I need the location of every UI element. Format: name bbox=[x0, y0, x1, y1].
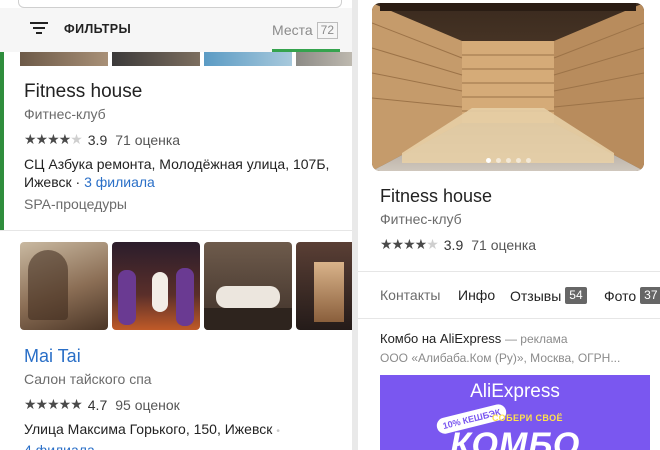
sauna-photo bbox=[372, 3, 644, 171]
tab-contacts[interactable]: Контакты bbox=[380, 287, 440, 303]
tab-label: Контакты bbox=[380, 287, 441, 303]
reviews-count[interactable]: 95 оценок bbox=[115, 397, 180, 413]
place-photo-carousel[interactable] bbox=[372, 3, 644, 171]
ad-company: ООО «Алибаба.Ком (Ру)», Москва, ОГРН... bbox=[380, 351, 621, 365]
result-rating: ★★★★★ 4.7 95 оценок bbox=[24, 396, 180, 413]
reviews-count[interactable]: 71 оценка bbox=[471, 237, 536, 253]
tab-reviews[interactable]: Отзывы 54 bbox=[510, 287, 587, 304]
result-address: СЦ Азбука ремонта, Молодёжная улица, 107… bbox=[24, 156, 330, 190]
ad-title[interactable]: Комбо на AliExpress — реклама bbox=[380, 331, 568, 346]
filter-bar: ФИЛЬТРЫ Места 72 bbox=[0, 8, 352, 52]
search-results-panel: ФИЛЬТРЫ Места 72 Fitness house Фитнес-кл… bbox=[0, 0, 352, 450]
ad-title-text: Комбо на AliExpress bbox=[380, 331, 502, 346]
tab-photos[interactable]: Фото 37 bbox=[604, 287, 660, 304]
result-title[interactable]: Mai Tai bbox=[24, 346, 81, 367]
search-box-edge[interactable] bbox=[18, 0, 342, 8]
filter-button[interactable]: ФИЛЬТРЫ bbox=[64, 22, 131, 36]
ad-brand: AliExpress bbox=[470, 381, 560, 402]
filter-icon[interactable] bbox=[30, 21, 48, 35]
reviews-count[interactable]: 71 оценка bbox=[115, 132, 180, 148]
rating-stars: ★★★★★ bbox=[24, 131, 83, 147]
tab-places[interactable]: Места 72 bbox=[272, 20, 339, 40]
address-line: Улица Максима Горького, 150, Ижевск bbox=[24, 421, 273, 437]
tab-label: Инфо bbox=[458, 287, 496, 303]
ad-banner[interactable]: AliExpress 10% КЕШБЭК СОБЕРИ СВОЁ КОМБО bbox=[380, 375, 650, 450]
branches-link[interactable]: 3 филиала bbox=[84, 174, 155, 190]
result-category: Фитнес-клуб bbox=[24, 106, 106, 122]
rating-stars: ★★★★★ bbox=[380, 236, 439, 252]
result-card-mai-tai[interactable]: Mai Tai Салон тайского спа ★★★★★ 4.7 95 … bbox=[0, 231, 352, 450]
place-title: Fitness house bbox=[380, 186, 493, 206]
rating-value: 3.9 bbox=[87, 131, 108, 148]
tab-label: Отзывы bbox=[510, 287, 562, 304]
branches-link[interactable]: 4 филиала bbox=[24, 441, 280, 450]
result-category: Салон тайского спа bbox=[24, 371, 152, 387]
result-address: Улица Максима Горького, 150, Ижевск • 4 ф… bbox=[24, 420, 280, 450]
result-photo[interactable] bbox=[296, 242, 352, 330]
tab-badge: 54 bbox=[565, 287, 587, 304]
result-photo[interactable] bbox=[20, 242, 108, 330]
ad-headline: КОМБО bbox=[450, 426, 581, 450]
tab-badge: 37 bbox=[640, 287, 660, 304]
tab-places-label: Места bbox=[272, 22, 313, 38]
photo-strip bbox=[20, 242, 352, 330]
carousel-dots[interactable] bbox=[372, 158, 644, 163]
rating-stars: ★★★★★ bbox=[24, 396, 83, 412]
result-photo[interactable] bbox=[112, 242, 200, 330]
place-details-panel: Fitness house Фитнес-клуб ★★★★★ 3.9 71 о… bbox=[358, 0, 660, 450]
place-tabs: Контакты Инфо Отзывы 54 Фото 37 bbox=[358, 271, 660, 319]
ad-label: — реклама bbox=[504, 332, 568, 346]
rating-value: 4.7 bbox=[87, 396, 108, 413]
selected-indicator bbox=[0, 52, 4, 230]
rating-value: 3.9 bbox=[443, 236, 464, 253]
photo-strip bbox=[20, 52, 352, 66]
place-category: Фитнес-клуб bbox=[380, 211, 462, 227]
result-photo[interactable] bbox=[204, 242, 292, 330]
tab-places-count: 72 bbox=[316, 21, 339, 39]
result-tag: SPA-процедуры bbox=[24, 196, 127, 212]
ad-slogan: СОБЕРИ СВОЁ bbox=[492, 413, 563, 423]
tab-label: Фото bbox=[604, 287, 637, 304]
tab-info[interactable]: Инфо bbox=[458, 287, 495, 303]
address-city: Ижевск bbox=[24, 174, 72, 190]
result-title[interactable]: Fitness house bbox=[24, 81, 142, 103]
result-rating: ★★★★★ 3.9 71 оценка bbox=[24, 131, 180, 148]
result-card-fitness-house[interactable]: Fitness house Фитнес-клуб ★★★★★ 3.9 71 о… bbox=[0, 52, 352, 230]
place-rating: ★★★★★ 3.9 71 оценка bbox=[380, 236, 536, 253]
address-line: СЦ Азбука ремонта, Молодёжная улица, 107… bbox=[24, 156, 330, 172]
